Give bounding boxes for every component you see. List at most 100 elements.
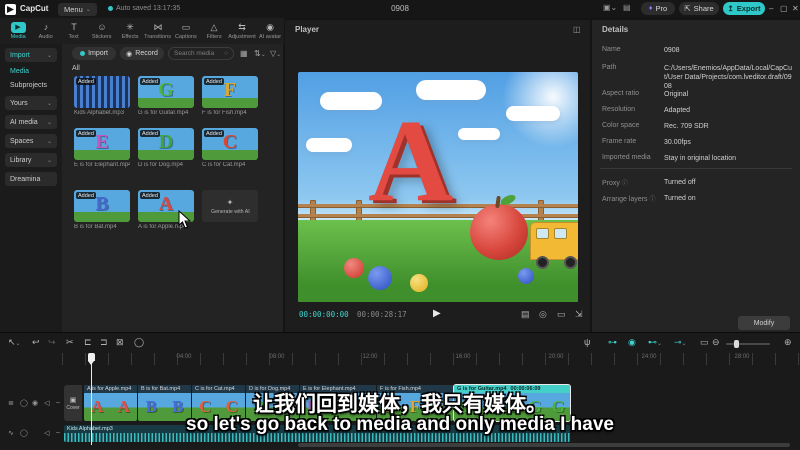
media-item-e-elephant[interactable]: E Added E is for Elephant.mp4 — [74, 128, 130, 168]
ratio-icon[interactable]: ▭ — [557, 309, 566, 320]
ruler-label: 12:00 — [362, 354, 378, 360]
details-panel: Details Name 0908 Path C:/Users/Enemios/… — [592, 20, 800, 332]
magnet-snap-icon[interactable]: ⊶ — [608, 337, 617, 348]
media-item-g-guitar[interactable]: G Added G is for Guitar.mp4 — [138, 76, 194, 116]
pro-button[interactable]: ♦ Pro — [641, 2, 675, 15]
zoom-out-icon[interactable]: ⊖ — [712, 337, 720, 348]
mirror-preview-icon[interactable]: ▤ — [521, 309, 530, 320]
video-thumbnail: E Added — [74, 128, 130, 160]
preview-quality-icon[interactable]: ◎ — [539, 309, 547, 320]
autosave-dot-icon — [108, 6, 113, 11]
media-item-c-cat[interactable]: C Added C is for Cat.mp4 — [202, 128, 258, 168]
auto-preview-icon[interactable]: ⊷⌄ — [648, 337, 662, 348]
arrange-layers-label: Arrange layers — [602, 196, 648, 203]
sidebar-item-ai-media[interactable]: AI media ⌄ — [5, 115, 57, 129]
generate-with-ai-button[interactable]: ✦ Generate with AI — [202, 190, 258, 222]
audio-icon: ♪ — [43, 22, 49, 32]
video-preview[interactable]: A — [298, 72, 578, 302]
subtitle-english: so let's go back to media and only media… — [186, 414, 614, 435]
sidebar-item-yours[interactable]: Yours ⌄ — [5, 96, 57, 110]
layout-single-icon[interactable]: ▤ — [623, 3, 631, 12]
share-icon: ⇱ — [684, 4, 691, 13]
media-item-b-bat[interactable]: B Added B is for Bat.mp4 — [74, 190, 130, 230]
sidebar-item-media[interactable]: Media — [10, 68, 29, 75]
title-bar: CapCut Menu ⌄ Auto saved 13:17:35 0908 ▣… — [0, 0, 800, 18]
maximize-button[interactable]: ▢ — [780, 4, 788, 13]
undo-icon[interactable]: ↩ — [32, 337, 40, 348]
detail-label-resolution: Resolution — [602, 106, 636, 113]
playhead-handle[interactable] — [88, 353, 95, 365]
sidebar-label: Library — [10, 156, 32, 164]
tab-label: AI avatar — [258, 34, 282, 40]
sort-icon[interactable]: ⇅⌄ — [254, 49, 266, 58]
tab-label: Filters — [206, 34, 222, 40]
marker-icon[interactable]: ◯ — [134, 337, 144, 348]
tab-text[interactable]: T Text — [60, 22, 88, 40]
sidebar-item-import[interactable]: Import ⌄ — [5, 48, 57, 62]
tab-captions[interactable]: ▭ Captions — [172, 22, 200, 40]
media-item-label: B is for Bat.mp4 — [74, 224, 117, 230]
menu-button[interactable]: Menu ⌄ — [58, 2, 97, 16]
delete-right-icon[interactable]: ⊐ — [100, 337, 108, 348]
media-item-d-dog[interactable]: D Added D is for Dog.mp4 — [138, 128, 194, 168]
media-item-f-fish[interactable]: F Added F is for Fish.mp4 — [202, 76, 258, 116]
record-button[interactable]: ◉ Record — [120, 47, 164, 60]
import-button[interactable]: Import — [72, 47, 116, 60]
tab-label: Stickers — [92, 34, 112, 40]
share-button[interactable]: ⇱ Share — [679, 2, 719, 15]
yellow-ball — [410, 274, 428, 292]
tab-transitions[interactable]: ⋈ Transitions — [144, 22, 172, 40]
capcut-logo-icon — [5, 4, 16, 15]
info-icon[interactable]: ⓘ — [622, 181, 628, 187]
sidebar-label: Spaces — [10, 137, 34, 145]
close-button[interactable]: ✕ — [792, 4, 799, 13]
media-item-kids-alphabet[interactable]: Added Kids Alphabet.mp3 — [74, 76, 130, 116]
fullscreen-icon[interactable]: ⇲ — [575, 309, 583, 320]
sidebar-item-dreamina[interactable]: Dreamina — [5, 172, 57, 186]
search-input[interactable]: Search media ○ — [168, 47, 234, 60]
select-tool-icon[interactable]: ↖⌄ — [8, 337, 21, 348]
timeline-ruler[interactable]: 04:00 08:00 12:00 16:00 20:00 24:00 28:0… — [62, 353, 800, 365]
grid-view-icon[interactable]: ▦ — [240, 49, 248, 58]
delete-left-icon[interactable]: ⊏ — [84, 337, 92, 348]
all-filter-label[interactable]: All — [72, 65, 80, 72]
horizontal-scrollbar[interactable] — [298, 443, 790, 447]
voiceover-mic-icon[interactable]: ψ — [584, 337, 590, 347]
zoom-slider-handle[interactable] — [734, 340, 739, 348]
track-options-icon[interactable]: ⊸⌄ — [674, 337, 687, 348]
sidebar-item-library[interactable]: Library ⌄ — [5, 153, 57, 167]
tab-audio[interactable]: ♪ Audio — [32, 22, 60, 40]
play-button[interactable]: ▶ — [433, 308, 441, 319]
tab-filters[interactable]: △ Filters — [200, 22, 228, 40]
sidebar-item-spaces[interactable]: Spaces ⌄ — [5, 134, 57, 148]
tab-effects[interactable]: ✳ Effects — [116, 22, 144, 40]
picture-in-picture-icon[interactable]: ◫ — [573, 25, 581, 34]
link-clips-icon[interactable]: ◉ — [628, 337, 636, 348]
sidebar-item-subprojects[interactable]: Subprojects — [10, 82, 47, 89]
layout-panels-icon[interactable]: ▣⌄ — [603, 3, 617, 12]
tab-adjustment[interactable]: ⇆ Adjustment — [228, 22, 256, 40]
timeline-zoom-slider[interactable] — [726, 343, 770, 345]
delete-icon[interactable]: ⊠ — [116, 337, 124, 348]
tab-label: Text — [68, 34, 80, 40]
cover-frame-icon[interactable]: ▭ — [700, 337, 709, 348]
export-button[interactable]: ↥ Export — [723, 2, 765, 15]
menu-label: Menu — [64, 4, 83, 14]
minimize-button[interactable]: – — [769, 4, 773, 13]
share-label: Share — [693, 4, 714, 13]
modify-button[interactable]: Modify — [738, 316, 790, 330]
redo-icon[interactable]: ↪ — [48, 337, 56, 348]
split-icon[interactable]: ✂ — [66, 337, 74, 348]
filter-icon[interactable]: ▽⌄ — [270, 49, 281, 58]
info-icon[interactable]: ⓘ — [649, 197, 655, 203]
import-label: Import — [88, 50, 108, 57]
ai-avatar-icon: ◉ — [266, 22, 274, 32]
tab-stickers[interactable]: ☺ Stickers — [88, 22, 116, 40]
media-item-label: F is for Fish.mp4 — [202, 110, 247, 116]
tab-ai-avatar[interactable]: ◉ AI avatar — [256, 22, 284, 40]
media-library-panel: Import ◉ Record Search media ○ ▦ ⇅⌄ ▽⌄ A… — [62, 44, 283, 332]
tab-media[interactable]: ▶ Media — [4, 22, 32, 40]
mouse-cursor — [178, 210, 192, 229]
zoom-in-icon[interactable]: ⊕ — [784, 337, 792, 348]
effects-icon: ✳ — [126, 22, 134, 32]
